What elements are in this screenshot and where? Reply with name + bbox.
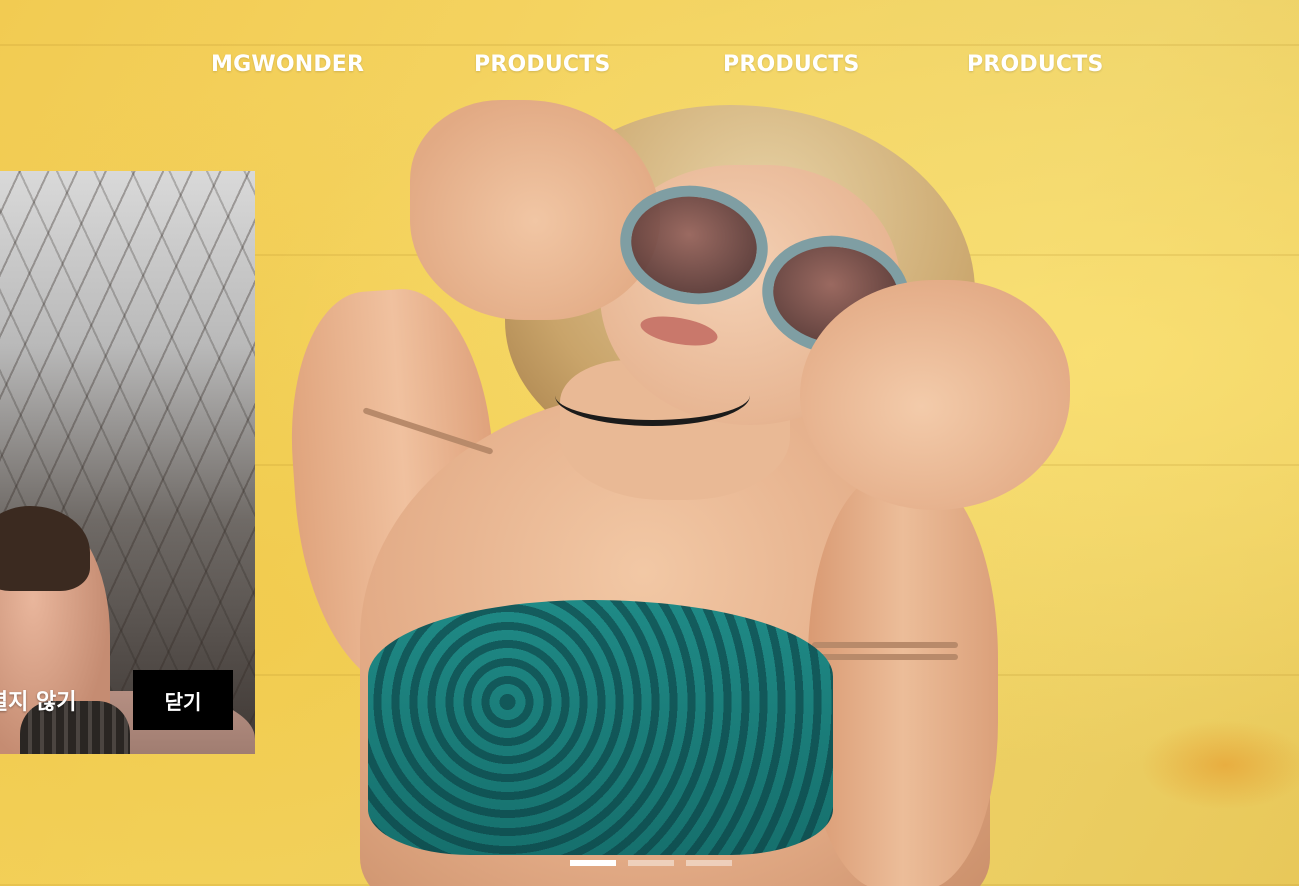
nav-item-products[interactable]: PRODUCTS <box>474 52 611 77</box>
promo-popup <box>0 171 255 754</box>
model-choker <box>555 365 750 426</box>
nav-item-mgwonder[interactable]: MGWONDER <box>211 52 364 77</box>
dont-show-again-link[interactable]: 을 열지 않기 <box>0 684 77 716</box>
slide-indicator-2[interactable] <box>628 860 674 866</box>
hero-banner: MGWONDER PRODUCTS PRODUCTS PRODUCTS 을 열지… <box>0 0 1299 886</box>
bracelet <box>812 654 958 660</box>
model-lace-top <box>368 600 833 855</box>
slide-indicator-1[interactable] <box>570 860 616 866</box>
bracelet <box>812 642 958 648</box>
slider-indicators <box>570 860 732 866</box>
main-nav: MGWONDER PRODUCTS PRODUCTS PRODUCTS <box>0 52 1299 88</box>
model-right-hand <box>800 280 1070 510</box>
nav-item-products[interactable]: PRODUCTS <box>723 52 860 77</box>
popup-close-button[interactable]: 닫기 <box>133 670 233 730</box>
model-right-arm <box>808 470 998 886</box>
nav-item-products[interactable]: PRODUCTS <box>967 52 1104 77</box>
slide-indicator-3[interactable] <box>686 860 732 866</box>
